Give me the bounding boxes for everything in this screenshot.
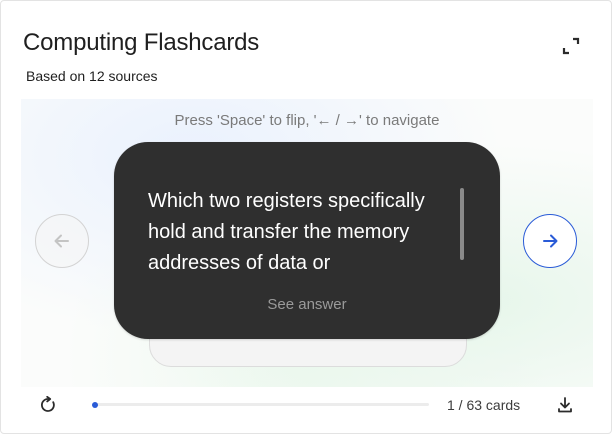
flashcard-question: Which two registers specifically hold an… [148,190,425,274]
progress-indicator [92,401,98,408]
arrow-right-icon [543,234,558,248]
card-counter: 1 / 63 cards [447,397,521,413]
flashcards-panel: Computing Flashcards Based on 12 sources… [0,0,612,434]
keyboard-hint: Press 'Space' to flip, '← / →' to naviga… [174,112,440,129]
page-title: Computing Flashcards [23,29,260,56]
download-icon [558,397,572,413]
sources-subtitle: Based on 12 sources [26,68,158,84]
download-button[interactable] [553,393,577,417]
fullscreen-icon [562,37,580,55]
arrow-left-icon [54,234,69,248]
next-card-button[interactable] [523,214,577,268]
flashcard[interactable]: Which two registers specifically hold an… [114,142,500,339]
previous-card-button[interactable] [35,214,89,268]
progress-bar [92,401,429,408]
reset-button[interactable] [36,393,60,417]
card-scrollbar[interactable] [460,188,464,260]
see-answer-button[interactable]: See answer [114,296,500,313]
fullscreen-button[interactable] [557,32,585,60]
reset-icon [41,396,55,412]
